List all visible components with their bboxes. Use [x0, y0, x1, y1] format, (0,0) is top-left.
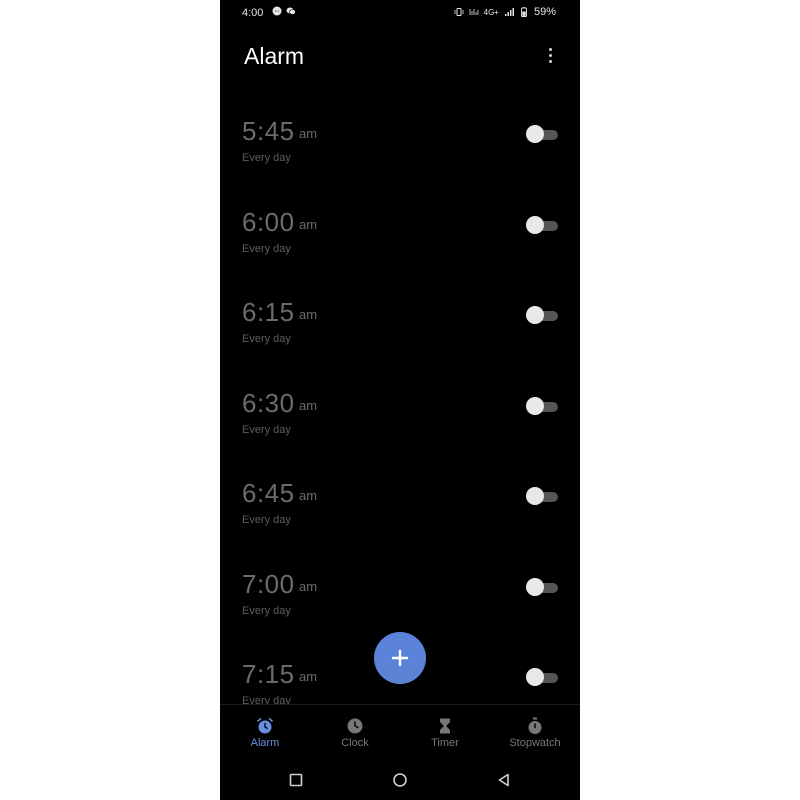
alarm-repeat: Every day: [242, 152, 291, 164]
alarm-repeat: Every day: [242, 333, 291, 345]
more-options-button[interactable]: [546, 48, 554, 68]
alarm-repeat: Every day: [242, 424, 291, 436]
hourglass-icon: [440, 718, 450, 734]
recents-button[interactable]: [288, 772, 304, 788]
status-bar: 4:00 4G+ 59%: [220, 0, 580, 26]
alarm-repeat: Every day: [242, 605, 291, 617]
alarm-time: 6:15: [242, 297, 295, 327]
tab-timer[interactable]: Timer: [400, 713, 490, 749]
alarm-ampm: am: [299, 398, 318, 413]
tab-alarm[interactable]: Alarm: [220, 713, 310, 749]
back-button[interactable]: [496, 772, 512, 788]
tab-timer-label: Timer: [431, 737, 459, 749]
battery-percent: 59%: [533, 6, 556, 18]
alarm-ampm: am: [299, 126, 318, 141]
alarm-time: 7:15: [242, 659, 295, 689]
alarm-time: 6:00: [242, 207, 295, 237]
status-time: 4:00: [242, 7, 264, 19]
alarm-toggle[interactable]: [526, 397, 560, 415]
vibrate-icon: [454, 8, 464, 16]
tab-stopwatch[interactable]: Stopwatch: [490, 713, 580, 749]
alarm-time: 6:30: [242, 388, 295, 418]
alarm-toggle[interactable]: [526, 668, 560, 686]
alarm-ampm: am: [299, 669, 318, 684]
alarm-time: 7:00: [242, 569, 295, 599]
clock-icon: [347, 718, 363, 734]
tab-alarm-label: Alarm: [250, 737, 280, 749]
alarm-toggle[interactable]: [526, 216, 560, 234]
plus-icon: [391, 649, 409, 667]
more-vert-icon: [548, 48, 552, 51]
alarm-time: 5:45: [242, 116, 295, 146]
alarm-icon: [257, 718, 273, 734]
battery-icon: [521, 7, 527, 17]
page-title: Alarm: [244, 43, 305, 69]
home-button[interactable]: [392, 772, 408, 788]
alarm-toggle[interactable]: [526, 578, 560, 596]
system-navigation-bar: [220, 760, 580, 800]
alarm-toggle[interactable]: [526, 487, 560, 505]
alarm-repeat: Every day: [242, 243, 291, 255]
alarm-item[interactable]: 6:15 am Every day: [220, 297, 580, 377]
volte-icon: [469, 9, 479, 15]
messenger-icon: [272, 6, 282, 16]
tab-stopwatch-label: Stopwatch: [509, 737, 561, 749]
stopwatch-icon: [528, 717, 542, 734]
alarm-item[interactable]: 6:30 am Every day: [220, 388, 580, 468]
bottom-navigation: Alarm Clock Timer Stopwatch: [220, 704, 580, 761]
signal-icon: [504, 8, 514, 16]
alarm-ampm: am: [299, 217, 318, 232]
alarm-item[interactable]: 6:00 am Every day: [220, 207, 580, 287]
network-type: 4G+: [483, 7, 499, 17]
alarm-toggle[interactable]: [526, 125, 560, 143]
alarm-time: 6:45: [242, 478, 295, 508]
alarm-item[interactable]: 5:45 am Every day: [220, 116, 580, 196]
phone-screen: 4:00 4G+ 59% Alarm 5:45 am Every day 6:0…: [220, 0, 580, 800]
alarm-ampm: am: [299, 488, 318, 503]
add-alarm-button[interactable]: [374, 632, 426, 684]
alarm-toggle[interactable]: [526, 306, 560, 324]
alarm-ampm: am: [299, 307, 318, 322]
tab-clock-label: Clock: [341, 737, 369, 749]
alarm-item[interactable]: 6:45 am Every day: [220, 478, 580, 558]
tab-clock[interactable]: Clock: [310, 713, 400, 749]
alarm-repeat: Every day: [242, 514, 291, 526]
alarm-ampm: am: [299, 579, 318, 594]
wechat-icon: [286, 7, 296, 15]
